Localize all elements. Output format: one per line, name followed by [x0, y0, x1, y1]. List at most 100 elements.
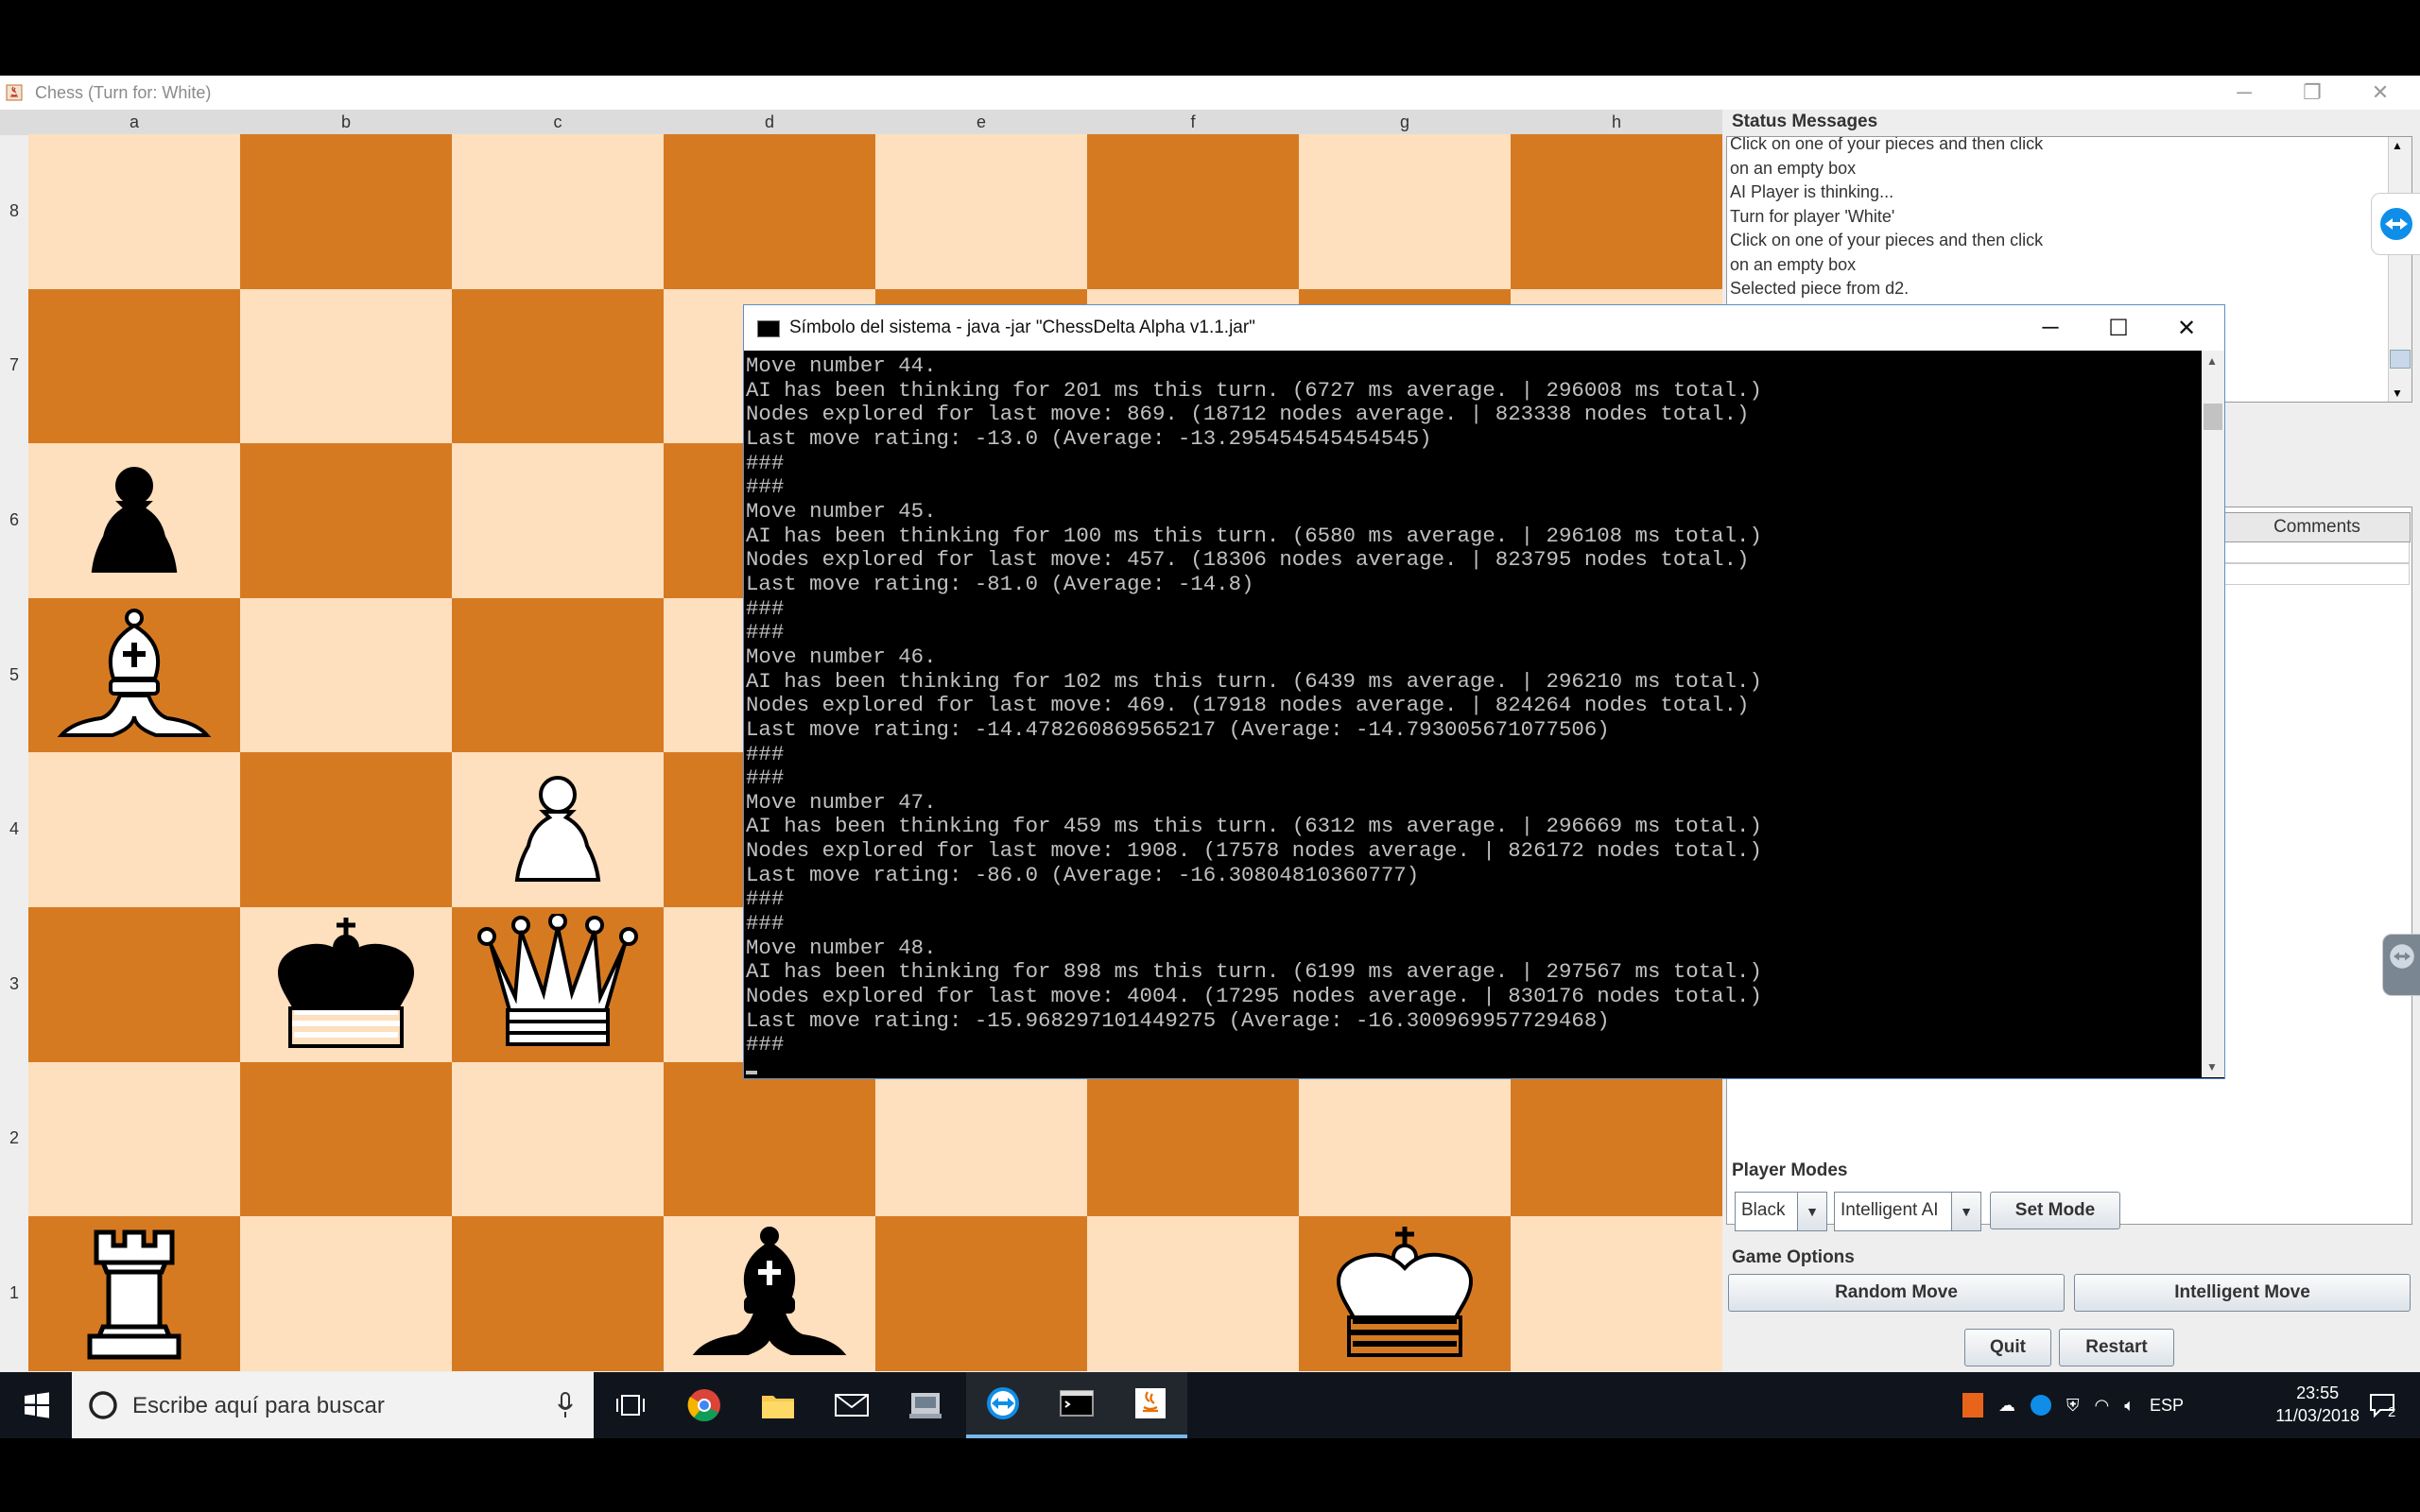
office-tray-icon[interactable] [1962, 1393, 1983, 1418]
volume-icon[interactable]: 🔈︎ [2124, 1396, 2135, 1416]
status-message: on an empty box [1730, 254, 1857, 274]
command-prompt-window[interactable]: Símbolo del sistema - java -jar "ChessDe… [743, 304, 2225, 1079]
microphone-icon[interactable] [556, 1391, 575, 1419]
console-line: AI has been thinking for 898 ms this tur… [746, 959, 1762, 985]
teamviewer-tray-icon[interactable] [2031, 1395, 2051, 1416]
restore-button[interactable]: ❐ [2278, 76, 2346, 110]
square-c7[interactable] [452, 288, 664, 444]
console-minimize-button[interactable]: ─ [2016, 305, 2084, 351]
white-bishop-icon[interactable] [28, 598, 240, 753]
console-line: Move number 47. [746, 789, 937, 815]
square-a4[interactable] [28, 752, 240, 907]
square-b2[interactable] [240, 1061, 452, 1217]
white-king-icon[interactable] [1299, 1216, 1511, 1371]
white-queen-icon[interactable] [452, 907, 664, 1062]
chevron-down-icon[interactable]: ▼ [1797, 1193, 1826, 1230]
scroll-down-arrow-icon[interactable]: ▼ [2392, 387, 2403, 400]
square-e2[interactable] [875, 1061, 1087, 1217]
task-view-icon[interactable] [594, 1372, 667, 1438]
white-rook-icon[interactable] [28, 1216, 240, 1371]
scroll-up-arrow-icon[interactable]: ▲ [2206, 354, 2218, 368]
quit-button[interactable]: Quit [1964, 1329, 2051, 1366]
set-mode-button[interactable]: Set Mode [1990, 1192, 2120, 1229]
row-label: 7 [9, 355, 19, 375]
square-c5[interactable] [452, 597, 664, 753]
square-b1[interactable] [240, 1216, 452, 1371]
console-titlebar[interactable]: Símbolo del sistema - java -jar "ChessDe… [744, 305, 2224, 351]
start-button[interactable] [0, 1372, 74, 1438]
square-e8[interactable] [875, 134, 1087, 289]
console-close-button[interactable]: ✕ [2152, 305, 2221, 351]
square-a7[interactable] [28, 288, 240, 444]
square-h8[interactable] [1511, 134, 1722, 289]
cloud-icon[interactable]: ☁ [1998, 1396, 2015, 1416]
random-move-button[interactable]: Random Move [1728, 1274, 2065, 1312]
taskbar-search-box[interactable]: Escribe aquí para buscar [72, 1372, 594, 1438]
square-c8[interactable] [452, 134, 664, 289]
square-b5[interactable] [240, 597, 452, 753]
square-g8[interactable] [1299, 134, 1511, 289]
white-pawn-icon[interactable] [452, 752, 664, 907]
black-king-icon[interactable] [240, 907, 452, 1062]
square-e1[interactable] [875, 1216, 1087, 1371]
scroll-down-arrow-icon[interactable]: ▼ [2206, 1060, 2218, 1074]
player-select[interactable]: Black ▼ [1735, 1192, 1827, 1231]
square-h2[interactable] [1511, 1061, 1722, 1217]
column-label: d [764, 112, 774, 131]
square-a8[interactable] [28, 134, 240, 289]
square-a3[interactable] [28, 907, 240, 1062]
shield-icon[interactable]: ⛨ [2066, 1396, 2080, 1416]
mode-select[interactable]: Intelligent AI ▼ [1834, 1192, 1981, 1231]
teamviewer-side-tab[interactable] [2382, 934, 2420, 996]
teamviewer-panel-tab[interactable] [2371, 193, 2420, 255]
square-b6[interactable] [240, 443, 452, 598]
language-indicator[interactable]: ESP [2150, 1396, 2184, 1416]
row-label: 2 [9, 1128, 19, 1148]
console-line: ### [746, 620, 785, 645]
wifi-icon[interactable]: ◠ [2095, 1396, 2110, 1416]
scanner-app-icon[interactable] [889, 1372, 962, 1438]
square-b8[interactable] [240, 134, 452, 289]
scroll-up-arrow-icon[interactable]: ▲ [2392, 139, 2403, 152]
action-center-icon[interactable]: 2 [2346, 1372, 2420, 1438]
file-explorer-icon[interactable] [741, 1372, 815, 1438]
black-bishop-icon[interactable] [664, 1216, 875, 1371]
comments-column-header[interactable]: Comments [2223, 512, 2411, 542]
java-taskbar-icon[interactable] [1114, 1372, 1187, 1438]
scroll-thumb[interactable] [2204, 404, 2222, 430]
chevron-down-icon[interactable]: ▼ [1951, 1193, 1980, 1230]
table-row[interactable] [2222, 562, 2410, 585]
teamviewer-taskbar-icon[interactable] [966, 1372, 1040, 1438]
status-message: on an empty box [1730, 158, 1857, 178]
console-scrollbar[interactable]: ▲ ▼ [2202, 351, 2224, 1077]
black-pawn-icon[interactable] [28, 443, 240, 598]
table-row[interactable] [2222, 541, 2410, 564]
square-d2[interactable] [664, 1061, 875, 1217]
square-b4[interactable] [240, 752, 452, 907]
minimize-button[interactable]: ─ [2210, 76, 2278, 110]
console-output[interactable]: Move number 44. AI has been thinking for … [746, 354, 2200, 1074]
square-c1[interactable] [452, 1216, 664, 1371]
square-a2[interactable] [28, 1061, 240, 1217]
chess-titlebar[interactable]: Chess (Turn for: White) ─ ❐ ✕ [0, 76, 2420, 110]
status-message: Click on one of your pieces and then cli… [1730, 231, 2044, 249]
square-c2[interactable] [452, 1061, 664, 1217]
close-button[interactable]: ✕ [2346, 76, 2414, 110]
square-d8[interactable] [664, 134, 875, 289]
console-maximize-button[interactable]: ☐ [2084, 305, 2152, 351]
row-label: 4 [9, 819, 19, 839]
square-f2[interactable] [1087, 1061, 1299, 1217]
status-scrollbar[interactable]: ▲ ▼ [2388, 137, 2411, 402]
square-c6[interactable] [452, 443, 664, 598]
restart-button[interactable]: Restart [2059, 1329, 2174, 1366]
square-f1[interactable] [1087, 1216, 1299, 1371]
square-b7[interactable] [240, 288, 452, 444]
intelligent-move-button[interactable]: Intelligent Move [2074, 1274, 2411, 1312]
mail-icon[interactable] [815, 1372, 889, 1438]
square-h1[interactable] [1511, 1216, 1722, 1371]
scroll-thumb[interactable] [2390, 350, 2411, 369]
command-prompt-taskbar-icon[interactable] [1040, 1372, 1114, 1438]
square-f8[interactable] [1087, 134, 1299, 289]
square-g2[interactable] [1299, 1061, 1511, 1217]
chrome-icon[interactable] [667, 1372, 741, 1438]
